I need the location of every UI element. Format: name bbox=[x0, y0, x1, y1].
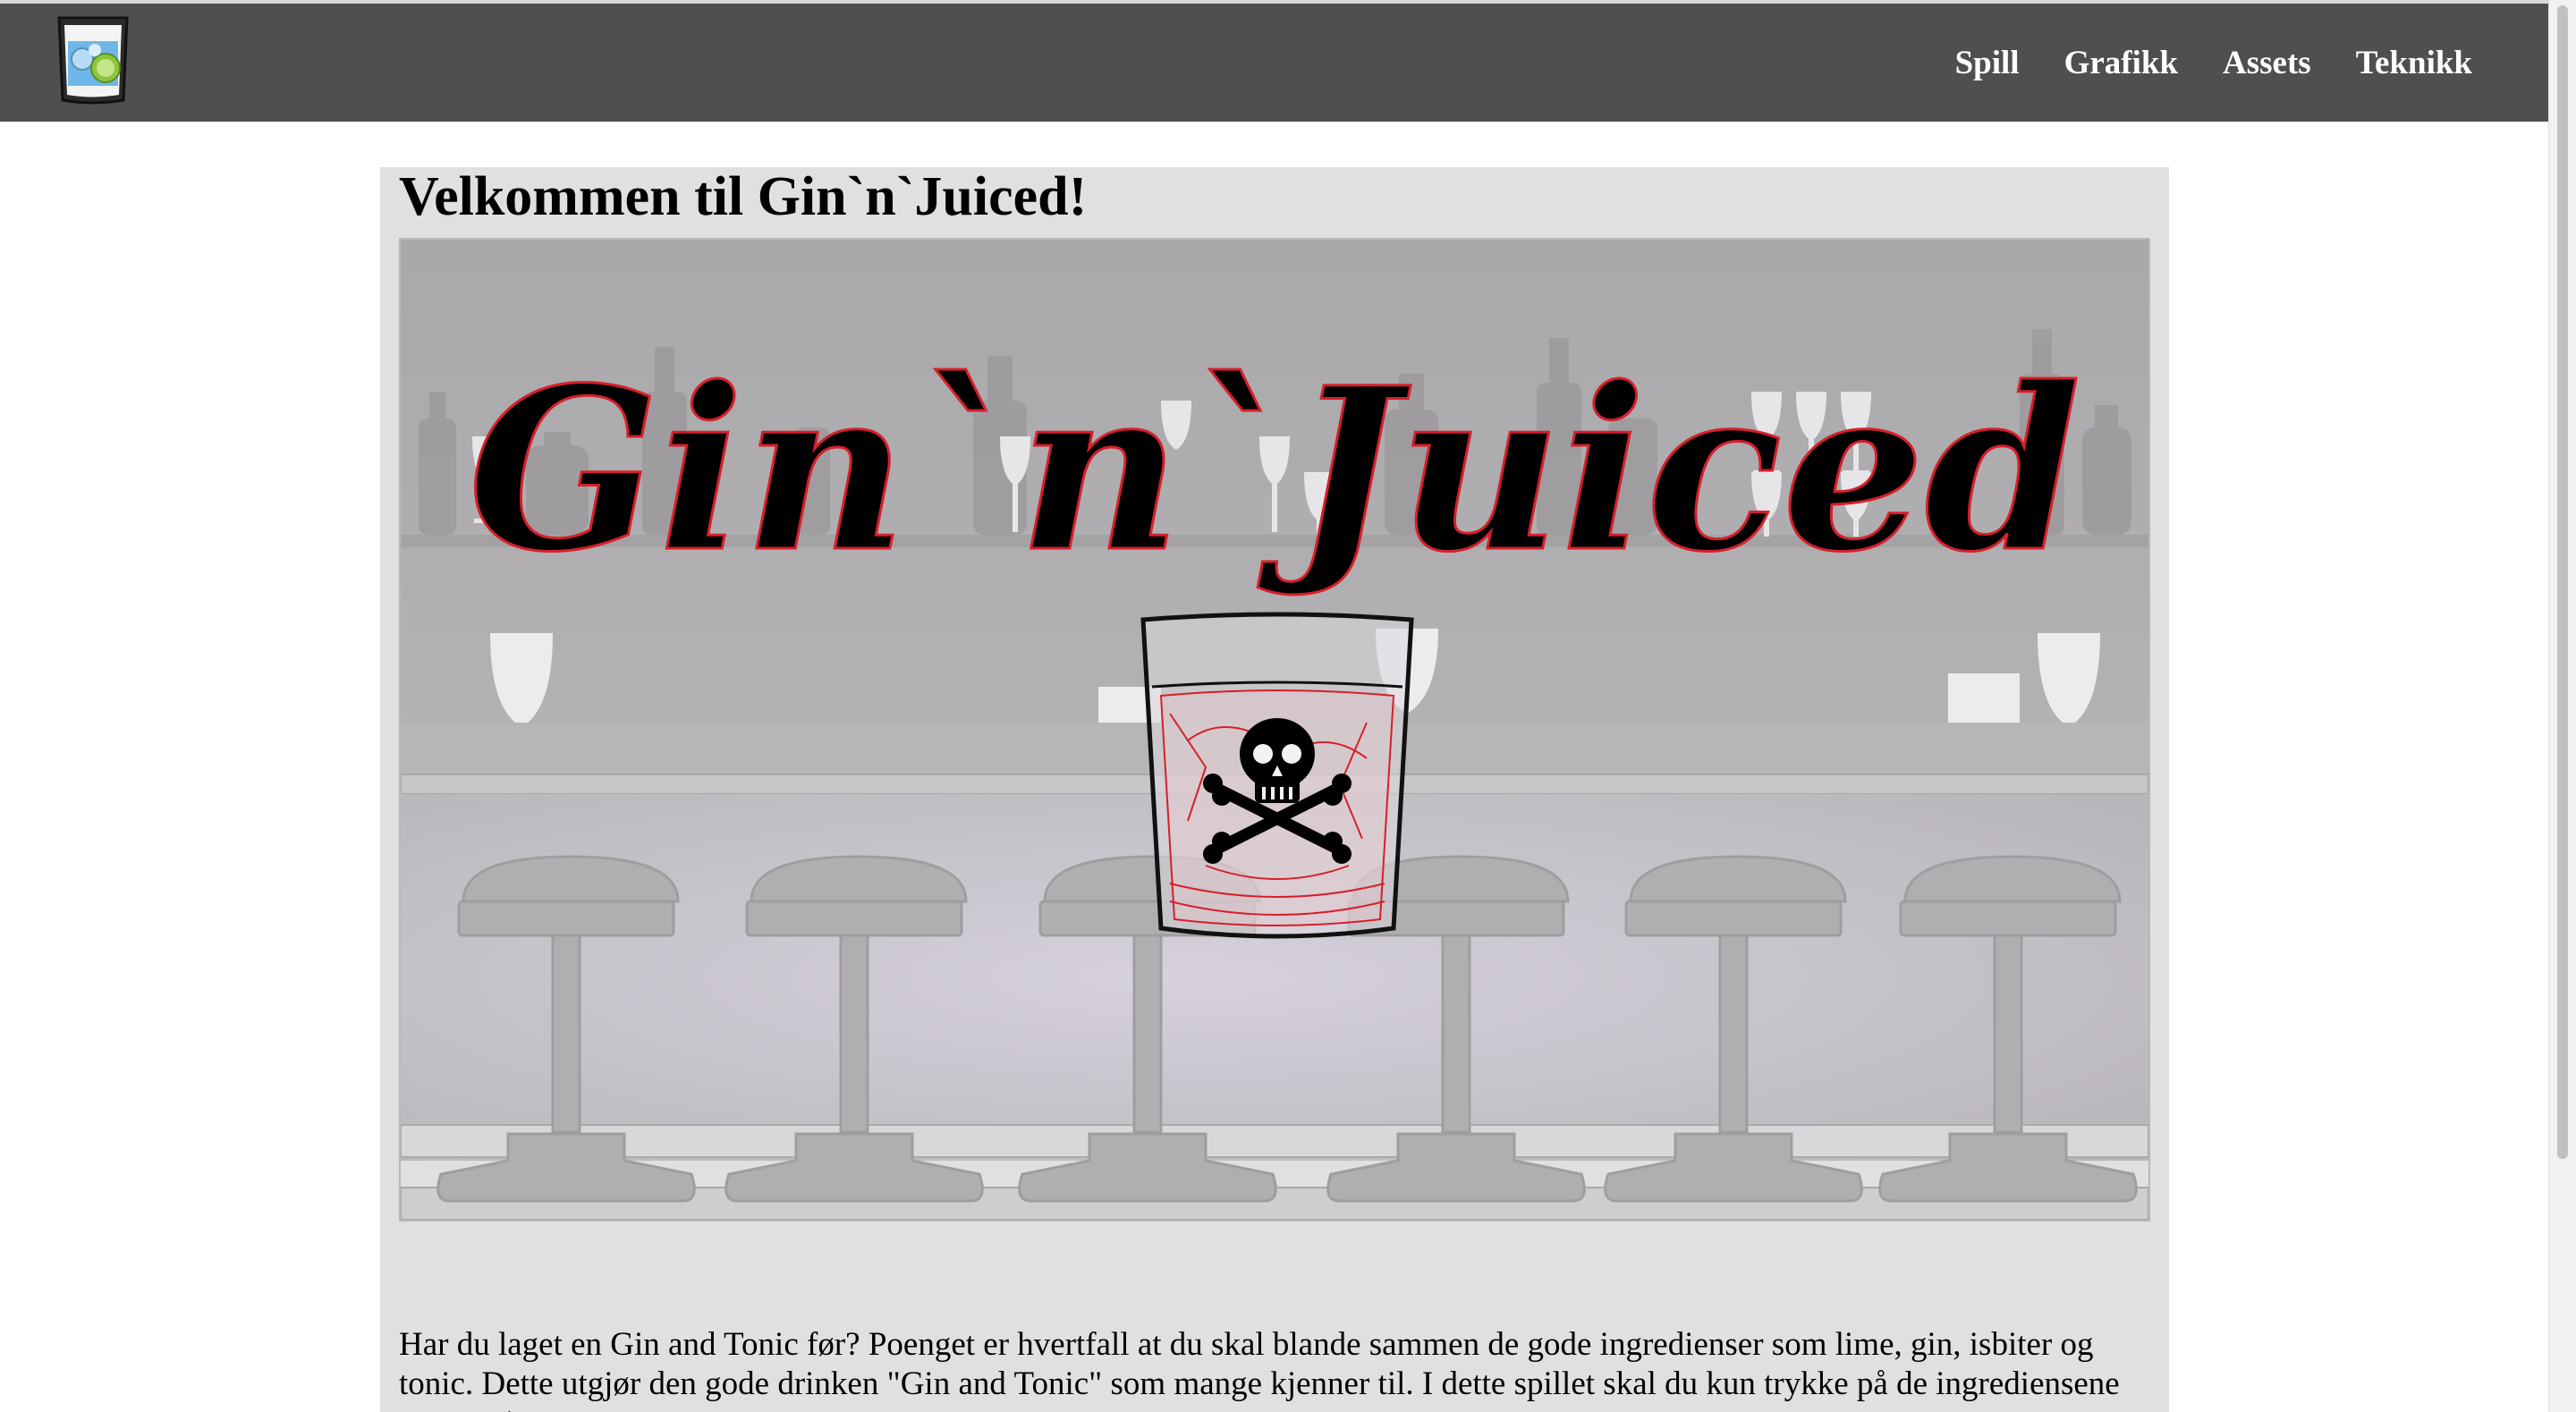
navbar: Spill Grafikk Assets Teknikk bbox=[0, 4, 2549, 122]
nav-teknikk-link[interactable]: Teknikk bbox=[2356, 44, 2472, 82]
nav-grafikk-link[interactable]: Grafikk bbox=[2064, 44, 2178, 82]
hero-logo-text: Gin`n`Juiced bbox=[467, 337, 2082, 603]
intro-paragraph: Har du laget en Gin and Tonic før? Poeng… bbox=[399, 1326, 2120, 1412]
skull-crossbones-icon bbox=[1140, 612, 1414, 939]
main-nav: Spill Grafikk Assets Teknikk bbox=[1955, 4, 2472, 122]
svg-text:Gin`n`Juiced: Gin`n`Juiced bbox=[468, 338, 2080, 601]
page-title: Velkommen til Gin`n`Juiced! bbox=[399, 167, 1088, 227]
hero-banner: Gin`n`Juiced bbox=[399, 238, 2150, 1222]
page-scrollbar[interactable] bbox=[2548, 0, 2576, 1412]
nav-spill-link[interactable]: Spill bbox=[1955, 44, 2020, 82]
nav-assets-link[interactable]: Assets bbox=[2223, 44, 2311, 82]
main-content: Velkommen til Gin`n`Juiced! Gin`n`Juiced… bbox=[380, 167, 2169, 1412]
scrollbar-thumb[interactable] bbox=[2557, 5, 2568, 1159]
site-logo[interactable] bbox=[55, 14, 131, 106]
